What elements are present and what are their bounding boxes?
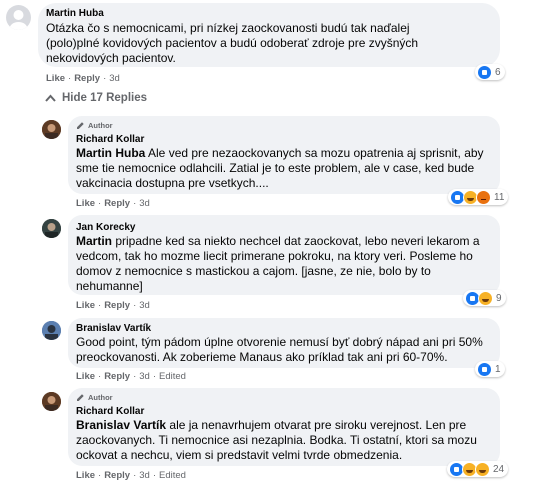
like-reaction-icon bbox=[477, 361, 492, 377]
comment-text: Martin Huba Ale ved pre nezaockovanych s… bbox=[76, 146, 484, 190]
mention-link[interactable]: Martin Huba bbox=[76, 146, 145, 160]
avatar[interactable] bbox=[42, 120, 61, 139]
like-reaction-icon bbox=[477, 64, 492, 80]
reaction-count: 1 bbox=[495, 363, 501, 375]
reply-link[interactable]: Reply bbox=[104, 470, 130, 481]
profile-photo-icon bbox=[42, 219, 61, 238]
like-link[interactable]: Like bbox=[76, 470, 95, 481]
reply-link[interactable]: Reply bbox=[104, 300, 130, 311]
like-link[interactable]: Like bbox=[76, 300, 95, 311]
avatar[interactable] bbox=[42, 321, 61, 340]
comment-text: Martin pripadne ked sa niekto nechcel da… bbox=[76, 234, 480, 293]
timestamp[interactable]: 3d bbox=[139, 300, 150, 311]
profile-photo-icon bbox=[42, 120, 61, 139]
comment-bubble: Martin Huba Otázka čo s nemocnicami, pri… bbox=[38, 3, 500, 67]
reply-link[interactable]: Reply bbox=[104, 371, 130, 382]
comment-actions: Like · Reply · 3d bbox=[76, 198, 150, 209]
comment-actions: Like · Reply · 3d · Edited bbox=[76, 371, 186, 382]
comment-author[interactable]: Richard Kollar bbox=[76, 406, 144, 417]
like-link[interactable]: Like bbox=[76, 371, 95, 382]
timestamp[interactable]: 3d bbox=[139, 198, 150, 209]
pencil-icon bbox=[77, 122, 84, 129]
chevron-up-icon bbox=[45, 94, 56, 102]
avatar[interactable] bbox=[42, 219, 61, 238]
reaction-summary[interactable]: 6 bbox=[475, 64, 505, 80]
reaction-count: 11 bbox=[494, 191, 505, 203]
like-link[interactable]: Like bbox=[76, 198, 95, 209]
comment-author[interactable]: Richard Kollar bbox=[76, 134, 144, 145]
comment-actions: Like · Reply · 3d · Edited bbox=[76, 470, 186, 481]
author-badge: Author bbox=[76, 393, 113, 402]
pencil-icon bbox=[77, 394, 84, 401]
hide-replies-button[interactable]: Hide 17 Replies bbox=[45, 92, 147, 104]
comment-author[interactable]: Jan Korecky bbox=[76, 222, 135, 233]
haha-reaction-icon bbox=[475, 461, 490, 477]
reply-bubble: Branislav Vartík Good point, tým pádom ú… bbox=[68, 318, 500, 368]
reply-link[interactable]: Reply bbox=[104, 198, 130, 209]
reply-bubble: Jan Korecky Martin pripadne ked sa niekt… bbox=[68, 215, 500, 295]
timestamp[interactable]: 3d bbox=[109, 73, 120, 84]
author-badge: Author bbox=[76, 121, 113, 130]
like-link[interactable]: Like bbox=[46, 73, 65, 84]
mention-link[interactable]: Martin bbox=[76, 234, 112, 248]
edited-label: Edited bbox=[158, 470, 186, 481]
angry-reaction-icon bbox=[476, 189, 491, 205]
edited-label: Edited bbox=[158, 371, 186, 382]
timestamp[interactable]: 3d bbox=[139, 371, 150, 382]
comment-author[interactable]: Branislav Vartík bbox=[76, 323, 151, 334]
default-avatar-icon bbox=[9, 10, 28, 30]
haha-reaction-icon bbox=[478, 290, 493, 306]
reaction-summary[interactable]: 1 bbox=[475, 361, 505, 377]
comment-text: Branislav Vartík ale ja nenavrhujem otva… bbox=[76, 418, 477, 462]
profile-photo-icon bbox=[42, 392, 61, 411]
avatar[interactable] bbox=[42, 392, 61, 411]
hide-replies-label: Hide 17 Replies bbox=[62, 92, 148, 104]
reaction-summary[interactable]: 11 bbox=[448, 189, 509, 205]
comment-text: Good point, tým pádom úplne otvorenie ne… bbox=[76, 335, 483, 364]
reaction-summary[interactable]: 24 bbox=[447, 461, 509, 477]
reply-bubble: Author Richard Kollar Branislav Vartík a… bbox=[68, 388, 500, 466]
avatar[interactable] bbox=[6, 5, 31, 30]
reaction-summary[interactable]: 9 bbox=[463, 290, 506, 306]
comment-actions: Like · Reply · 3d bbox=[46, 73, 120, 84]
profile-photo-icon bbox=[42, 321, 61, 340]
reaction-count: 24 bbox=[493, 463, 505, 475]
reaction-count: 9 bbox=[496, 292, 502, 304]
reaction-count: 6 bbox=[495, 66, 501, 78]
comment-text: Otázka čo s nemocnicami, pri nízkej zaoc… bbox=[46, 21, 419, 65]
timestamp[interactable]: 3d bbox=[139, 470, 150, 481]
reply-bubble: Author Richard Kollar Martin Huba Ale ve… bbox=[68, 116, 500, 194]
reply-link[interactable]: Reply bbox=[74, 73, 100, 84]
mention-link[interactable]: Branislav Vartík bbox=[76, 418, 166, 432]
comment-author[interactable]: Martin Huba bbox=[46, 8, 104, 19]
comment-actions: Like · Reply · 3d bbox=[76, 300, 150, 311]
